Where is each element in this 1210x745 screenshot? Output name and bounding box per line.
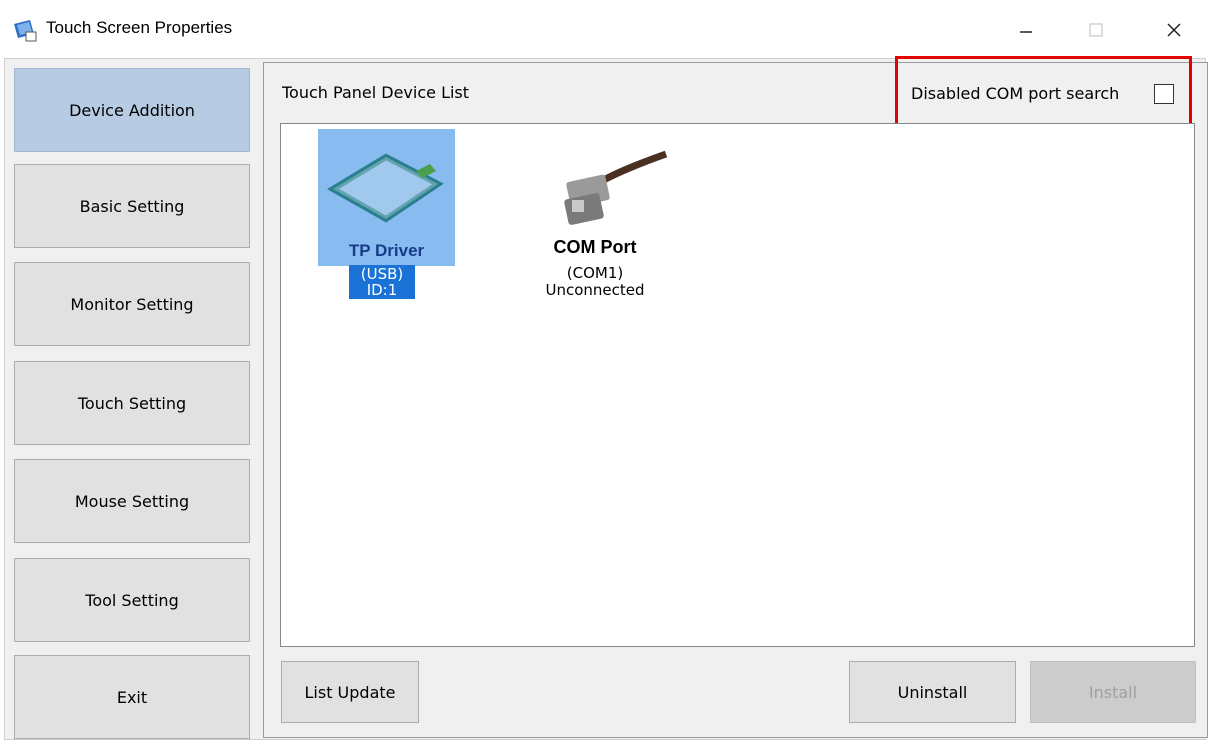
- sidebar-item-label: Device Addition: [69, 100, 195, 120]
- sidebar-item-mouse-setting[interactable]: Mouse Setting: [14, 459, 250, 543]
- minimize-icon: [1020, 31, 1032, 33]
- sidebar-item-device-addition[interactable]: Device Addition: [14, 68, 250, 152]
- device-connection: (COM1): [566, 264, 624, 282]
- highlight-box: [895, 56, 1192, 133]
- device-status: Unconnected: [545, 281, 645, 299]
- sidebar-item-label: Monitor Setting: [70, 294, 194, 314]
- maximize-icon: [1089, 23, 1103, 37]
- serial-cable-icon: [564, 150, 668, 225]
- sidebar-item-label: Basic Setting: [79, 196, 185, 216]
- close-button[interactable]: [1150, 12, 1198, 48]
- install-button[interactable]: Install: [1030, 661, 1196, 723]
- device-name: COM Port: [553, 237, 637, 257]
- device-id: ID:1: [366, 281, 398, 299]
- button-label: List Update: [304, 682, 396, 702]
- device-info: (COM1) Unconnected: [520, 265, 670, 299]
- list-update-button[interactable]: List Update: [281, 661, 419, 723]
- uninstall-button[interactable]: Uninstall: [849, 661, 1016, 723]
- sidebar-item-label: Touch Setting: [77, 393, 187, 413]
- device-name: TP Driver: [348, 241, 425, 260]
- window-title: Touch Screen Properties: [46, 18, 233, 37]
- sidebar-item-monitor-setting[interactable]: Monitor Setting: [14, 262, 250, 346]
- maximize-button[interactable]: [1072, 12, 1120, 48]
- title-bar: Touch Screen Properties: [0, 0, 1210, 60]
- button-label: Uninstall: [897, 682, 968, 702]
- sidebar-item-label: Exit: [116, 687, 148, 707]
- close-icon: [1167, 23, 1181, 37]
- sidebar-item-touch-setting[interactable]: Touch Setting: [14, 361, 250, 445]
- sidebar-item-label: Mouse Setting: [74, 491, 190, 511]
- app-icon: [14, 20, 37, 42]
- minimize-button[interactable]: [1002, 12, 1050, 48]
- sidebar-item-label: Tool Setting: [85, 590, 179, 610]
- sidebar-item-tool-setting[interactable]: Tool Setting: [14, 558, 250, 642]
- device-info: (USB) ID:1: [349, 265, 415, 299]
- device-connection: (USB): [360, 265, 404, 283]
- button-label: Install: [1088, 682, 1138, 702]
- panel-title: Touch Panel Device List: [282, 83, 470, 102]
- sidebar-item-basic-setting[interactable]: Basic Setting: [14, 164, 250, 248]
- sidebar-item-exit[interactable]: Exit: [14, 655, 250, 739]
